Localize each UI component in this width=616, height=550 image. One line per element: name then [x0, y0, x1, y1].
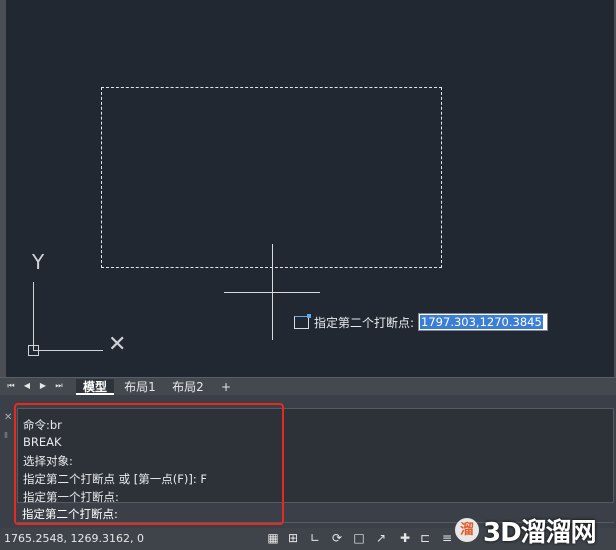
add-layout-button[interactable]: + — [216, 379, 236, 395]
tab-layout1[interactable]: 布局1 — [118, 379, 162, 395]
first-tab-button[interactable]: ⏮ — [6, 380, 16, 392]
tab-model[interactable]: 模型 — [76, 379, 114, 395]
dynamic-input-field[interactable]: 1797.303,1270.3845 — [418, 313, 549, 331]
ucs-y-axis — [33, 282, 34, 350]
pin-icon[interactable]: Ⅱ — [4, 431, 8, 440]
crosshair-cursor-horizontal — [224, 292, 320, 293]
dynamic-input-tooltip: 指定第二个打断点: 1797.303,1270.3845 — [294, 313, 549, 331]
drawing-viewport[interactable]: Y ✕ 指定第二个打断点: 1797.303,1270.3845 — [6, 0, 614, 377]
watermark: 溜 3D溜溜网 — [455, 510, 615, 550]
ortho-icon[interactable]: ∟ — [308, 531, 322, 546]
next-tab-button[interactable]: ▶ — [38, 380, 48, 392]
dynamic-input-icon — [294, 313, 311, 329]
polar-icon[interactable]: ⟳ — [330, 531, 344, 546]
lineweight-icon[interactable]: ⊏ — [418, 531, 432, 546]
prev-tab-button[interactable]: ◀ — [22, 380, 32, 392]
cursor-coordinates: 1765.2548, 1269.3162, 0 — [4, 532, 144, 545]
osnap-icon[interactable]: □ — [352, 531, 366, 546]
close-icon[interactable]: ✕ — [4, 412, 12, 423]
dynamic-input-value[interactable]: 1797.303,1270.3845 — [420, 315, 543, 329]
ucs-x-axis — [33, 350, 103, 351]
dynamic-input-prompt: 指定第二个打断点: — [314, 315, 415, 330]
grid-icon[interactable]: ▦ — [266, 531, 280, 546]
transparency-icon[interactable]: ≡ — [440, 531, 454, 546]
ucs-x-icon: ✕ — [108, 332, 127, 357]
layout-tab-bar: ⏮ ◀ ▶ ⏭ 模型 布局1 布局2 + — [0, 377, 616, 395]
tab-layout2[interactable]: 布局2 — [166, 379, 210, 395]
selected-rectangle[interactable] — [101, 87, 442, 268]
highlight-box — [14, 403, 284, 525]
otrack-icon[interactable]: ↗ — [374, 531, 388, 546]
watermark-logo-icon: 溜 — [455, 518, 479, 542]
ucs-origin-box — [28, 345, 39, 356]
left-edge — [0, 0, 6, 377]
last-tab-button[interactable]: ⏭ — [54, 380, 64, 392]
snap-icon[interactable]: ⊞ — [286, 531, 300, 546]
watermark-text: 3D溜溜网 — [483, 517, 597, 548]
ducs-icon[interactable]: ✚ — [398, 531, 412, 546]
ucs-y-label: Y — [32, 250, 45, 274]
